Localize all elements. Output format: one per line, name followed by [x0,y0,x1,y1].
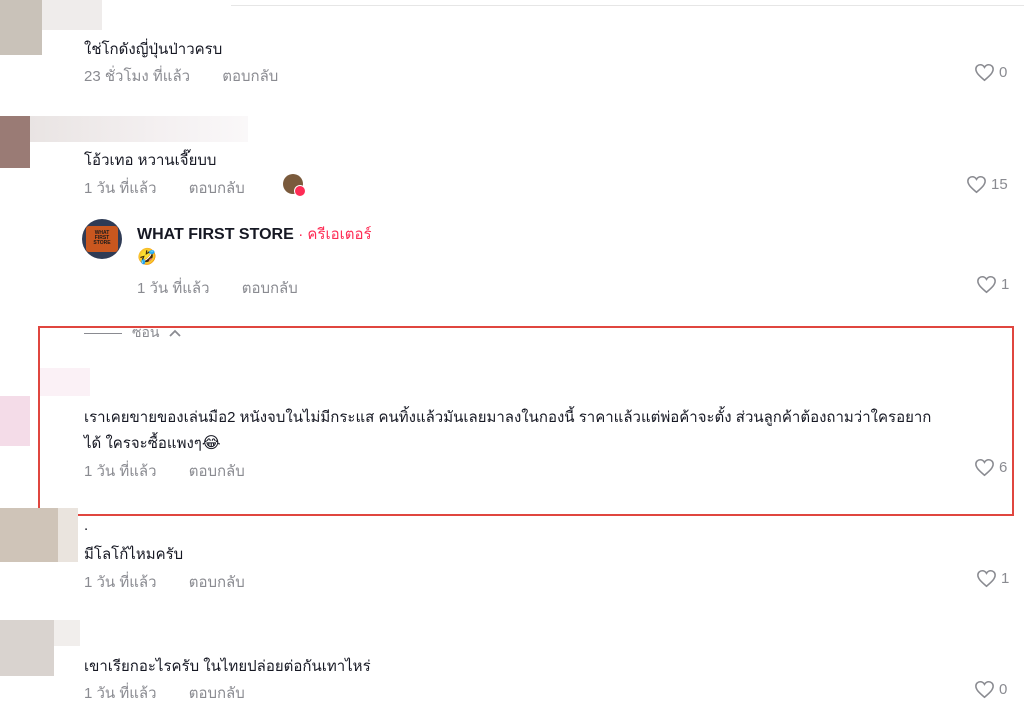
like-button[interactable]: 1 [976,569,1009,588]
username-blur [54,620,80,646]
creator-name-row: WHAT FIRST STORE · ครีเอเตอร์ [137,222,372,246]
heart-icon [977,569,996,588]
comment-text: โอ้วเทอ หวานเจี๊ยบบ [84,152,217,169]
username-blur [30,116,248,142]
like-button[interactable]: 0 [974,63,1007,82]
reply-button[interactable]: ตอบกลับ [222,64,278,88]
avatar[interactable] [0,508,58,562]
reply-emoji: 🤣 [137,249,157,266]
creator-avatar[interactable]: WHAT FIRST STORE [82,219,122,259]
comment-text: เขาเรียกอะไรครับ ในไทยปล่อยต่อกันเทาไหร่ [84,658,371,675]
like-button[interactable]: 15 [966,175,1008,194]
comment-text: ใช่โกดังญี่ปุ่นป่าวครบ [84,41,223,58]
like-count: 1 [1001,570,1010,587]
reply-button[interactable]: ตอบกลับ [242,276,298,300]
like-count: 0 [999,64,1008,81]
like-button[interactable]: 0 [974,680,1007,699]
timestamp: 1 วัน ที่แล้ว [84,574,157,591]
like-count: 15 [991,176,1008,193]
comment-meta: 1 วัน ที่แล้ว ตอบกลับ [84,176,245,200]
like-count: 0 [999,681,1008,698]
heart-icon [967,175,986,194]
avatar[interactable] [0,0,42,55]
comment-meta: 1 วัน ที่แล้ว ตอบกลับ [137,276,298,300]
timestamp: 1 วัน ที่แล้ว [137,280,210,297]
reply-button[interactable]: ตอบกลับ [189,176,245,200]
heart-icon [975,63,994,82]
avatar[interactable] [0,116,30,168]
timestamp: 23 ชั่วโมง ที่แล้ว [84,68,191,85]
creator-tag: · ครีเอเตอร์ [298,226,372,243]
creator-heart-badge [294,185,306,197]
comment-meta: 1 วัน ที่แล้ว ตอบกลับ [84,681,245,705]
avatar[interactable] [0,396,30,446]
avatar[interactable] [0,620,54,676]
like-button[interactable]: 1 [976,275,1009,294]
divider [231,5,1024,6]
highlight-box [38,326,1014,516]
reply-button[interactable]: ตอบกลับ [189,570,245,594]
comment-meta: 23 ชั่วโมง ที่แล้ว ตอบกลับ [84,64,278,88]
heart-icon [975,680,994,699]
creator-name[interactable]: WHAT FIRST STORE [137,226,294,243]
comment-text: มีโลโก้ไหมครับ [84,546,184,563]
heart-icon [977,275,996,294]
timestamp: 1 วัน ที่แล้ว [84,685,157,702]
timestamp: 1 วัน ที่แล้ว [84,180,157,197]
comment-text-dot: . [84,517,89,534]
like-count: 1 [1001,276,1010,293]
username-blur [42,0,102,30]
comment-meta: 1 วัน ที่แล้ว ตอบกลับ [84,570,245,594]
reply-button[interactable]: ตอบกลับ [189,681,245,705]
username-blur [58,508,78,562]
